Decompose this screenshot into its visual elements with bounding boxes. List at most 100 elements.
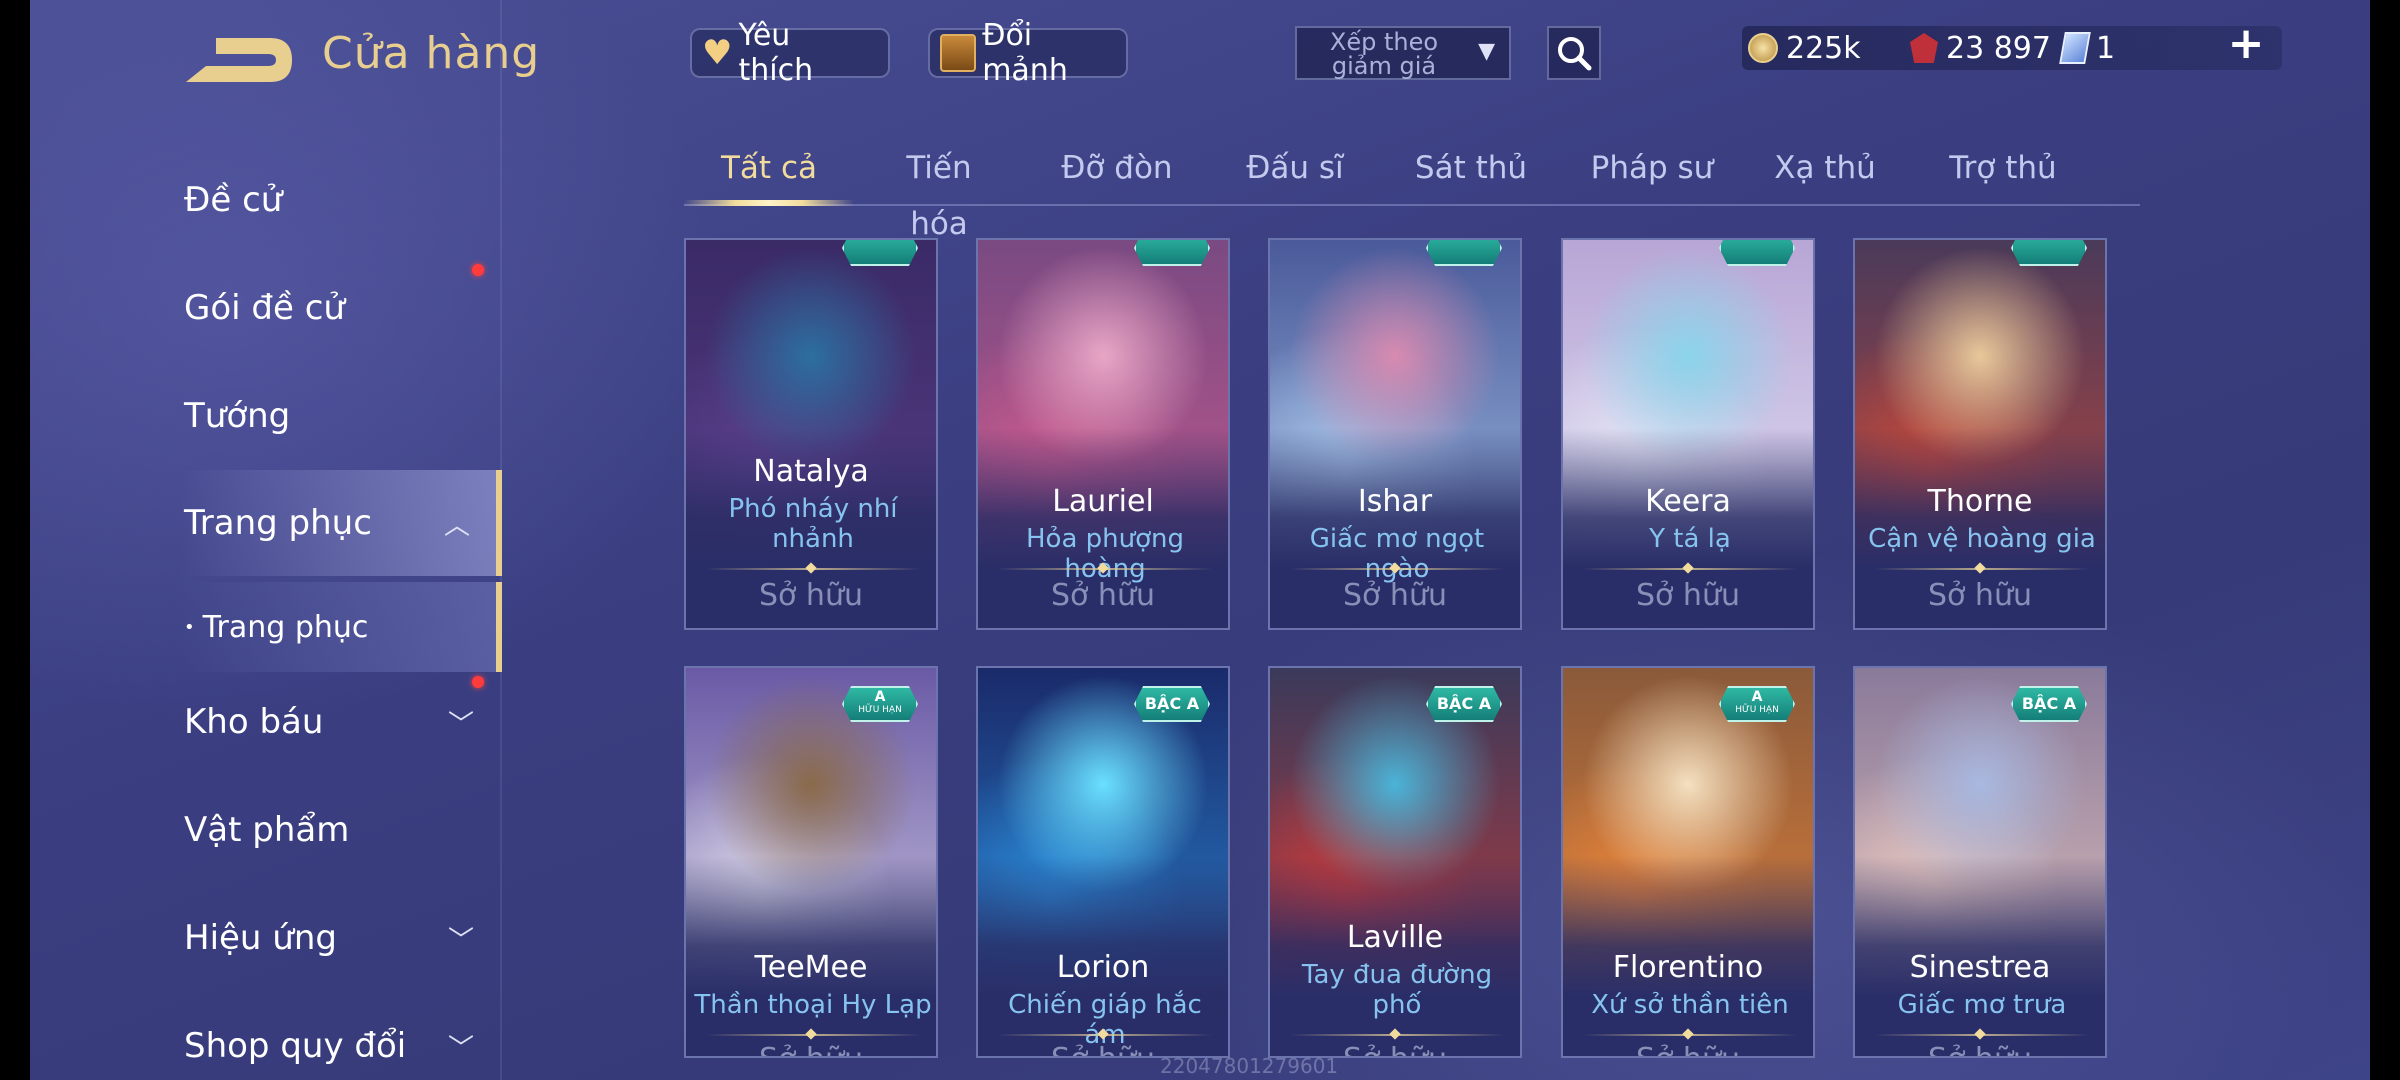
- skin-card[interactable]: Natalya Phó nháy nhí nhảnh Sở hữu: [684, 238, 938, 630]
- chevron-down-icon: ﹀: [447, 1033, 474, 1064]
- skin-card[interactable]: Keera Y tá lạ Sở hữu: [1561, 238, 1815, 630]
- skin-name: Hỏa phượng hoàng: [1025, 524, 1184, 584]
- card-shade: [1270, 856, 1520, 1056]
- tier-sublabel: HỮU HẠN: [1735, 705, 1779, 715]
- skin-card[interactable]: Ishar Giấc mơ ngọt ngào Sở hữu: [1268, 238, 1522, 630]
- tier-badge: BẬC A: [1134, 686, 1210, 722]
- hero-name: Natalya: [753, 454, 869, 489]
- tab-all[interactable]: Tất cả: [684, 140, 854, 206]
- tab-fighter[interactable]: Đấu sĩ: [1230, 140, 1360, 202]
- sidebar-item-recommended-packs[interactable]: Gói đề cử: [30, 258, 500, 358]
- owned-status: Sở hữu: [1636, 578, 1740, 613]
- tab-evolution[interactable]: Tiến hóa: [874, 140, 1004, 242]
- add-currency-button[interactable]: +: [2226, 22, 2266, 66]
- tier-badge: BẬC A: [2011, 686, 2087, 722]
- back-arrow-icon: [186, 38, 292, 82]
- owned-status: Sở hữu: [1928, 578, 2032, 613]
- sidebar-item-recommended[interactable]: Đề cử: [30, 150, 500, 250]
- owned-status: Sở hữu: [1855, 1042, 2105, 1056]
- card-voucher-icon: [2059, 32, 2091, 64]
- owned-status: Sở hữu: [1563, 1042, 1813, 1056]
- sidebar-item-treasure[interactable]: Kho báu ﹀: [30, 672, 500, 772]
- tab-mage[interactable]: Pháp sư: [1582, 140, 1722, 202]
- search-icon: [1558, 37, 1592, 71]
- exchange-shards-label: Đổi mảnh: [982, 18, 1068, 88]
- bullet-icon: •: [184, 616, 195, 638]
- sidebar-item-label: Đề cử: [184, 180, 283, 220]
- sidebar-item-label: Vật phẩm: [184, 810, 350, 850]
- ruby-icon: [1910, 33, 1938, 63]
- sort-dropdown[interactable]: Xếp theo giảm giá ▼: [1295, 26, 1511, 80]
- sidebar-item-effects[interactable]: Hiệu ứng ﹀: [30, 888, 500, 988]
- chevron-up-icon: ︿: [443, 510, 470, 541]
- skin-card[interactable]: BẬC A Lorion Chiến giáp hắc ám Sở hữu: [976, 666, 1230, 1058]
- tab-marksman[interactable]: Xạ thủ: [1760, 140, 1890, 202]
- sidebar-item-label: Hiệu ứng: [184, 918, 337, 958]
- tier-badge: [1719, 240, 1795, 266]
- tab-tank[interactable]: Đỡ đòn: [1052, 140, 1182, 202]
- hero-name: Laville: [1346, 920, 1444, 955]
- hero-name: Keera: [1645, 484, 1731, 519]
- skin-card[interactable]: Thorne Cận vệ hoàng gia Sở hữu: [1853, 238, 2107, 630]
- owned-status: Sở hữu: [759, 578, 863, 613]
- skin-name: Giấc mơ trưa: [1897, 990, 2067, 1020]
- sidebar-item-label: Tướng: [184, 396, 291, 436]
- skin-card[interactable]: BẬC A Laville Tay đua đường phố Sở hữu: [1268, 666, 1522, 1058]
- heart-icon: ♥: [702, 33, 733, 73]
- chevron-down-icon: ﹀: [447, 709, 474, 740]
- gold-balance: 225k: [1748, 26, 1861, 70]
- sidebar-subitem-skins[interactable]: • Trang phục: [180, 582, 502, 672]
- sidebar-item-label: Kho báu: [184, 702, 324, 742]
- skin-card[interactable]: AHỮU HẠN TeeMee Thần thoại Hy Lạp Sở hữu: [684, 666, 938, 1058]
- skin-name: Chiến giáp hắc ám: [1008, 990, 1202, 1050]
- store-screen: Cửa hàng ♥ Yêu thích Đổi mảnh Xếp theo g…: [30, 0, 2370, 1080]
- hero-name: Thorne: [1927, 484, 2033, 519]
- owned-status: Sở hữu: [686, 1042, 936, 1056]
- search-button[interactable]: [1547, 26, 1601, 80]
- sidebar-item-label: Gói đề cử: [184, 288, 345, 328]
- favorites-button[interactable]: ♥ Yêu thích: [690, 18, 890, 88]
- hero-name: Florentino: [1612, 950, 1764, 985]
- chest-icon: [940, 34, 977, 72]
- hero-name: Ishar: [1357, 484, 1433, 519]
- sidebar-item-skins[interactable]: Trang phục ︿: [180, 470, 502, 576]
- tier-letter: A: [874, 689, 886, 705]
- skin-name: Giấc mơ ngọt ngào: [1309, 524, 1485, 584]
- gold-coin-icon: [1748, 33, 1778, 63]
- tier-badge: [842, 240, 918, 266]
- skin-name: Cận vệ hoàng gia: [1868, 524, 2096, 554]
- gold-value: 225k: [1786, 30, 1861, 66]
- hero-name: Sinestrea: [1909, 950, 2051, 985]
- page-title: Cửa hàng: [322, 28, 541, 79]
- skin-name: Tay đua đường phố: [1301, 960, 1493, 1020]
- tab-support[interactable]: Trợ thủ: [1938, 140, 2068, 202]
- skin-card[interactable]: AHỮU HẠN Florentino Xứ sở thần tiên Sở h…: [1561, 666, 1815, 1058]
- exchange-shards-button[interactable]: Đổi mảnh: [928, 18, 1128, 88]
- tab-assassin[interactable]: Sát thủ: [1406, 140, 1536, 202]
- sidebar-item-label: Trang phục: [184, 503, 372, 543]
- sidebar-item-label: Trang phục: [202, 609, 369, 645]
- skin-name: Y tá lạ: [1649, 524, 1731, 554]
- back-button[interactable]: [180, 30, 300, 90]
- tier-badge: BẬC A: [1426, 686, 1502, 722]
- tier-badge-limited: A HỮU HẠN: [1719, 686, 1795, 722]
- favorites-label: Yêu thích: [738, 18, 814, 88]
- sidebar-item-exchange-shop[interactable]: Shop quy đổi ﹀: [30, 996, 500, 1080]
- tier-badge-limited: A HỮU HẠN: [842, 686, 918, 722]
- notification-dot: [472, 264, 484, 276]
- sidebar-item-items[interactable]: Vật phẩm: [30, 780, 500, 880]
- sidebar-item-heroes[interactable]: Tướng: [30, 366, 500, 466]
- ruby-value: 23 897: [1946, 30, 2051, 66]
- voucher-balance: 1: [2059, 26, 2115, 70]
- skin-name: Xứ sở thần tiên: [1591, 990, 1789, 1020]
- sidebar-item-label: Shop quy đổi: [184, 1026, 407, 1066]
- owned-status: Sở hữu: [1051, 578, 1155, 613]
- sort-label: Xếp theo giảm giá: [1329, 28, 1439, 80]
- tier-badge: [1426, 240, 1502, 266]
- skin-name: Thần thoại Hy Lạp: [694, 990, 932, 1020]
- skin-name: Phó nháy nhí nhảnh: [728, 494, 898, 554]
- owned-status: Sở hữu: [1343, 578, 1447, 613]
- skin-card[interactable]: BẬC A Sinestrea Giấc mơ trưa Sở hữu: [1853, 666, 2107, 1058]
- skin-card[interactable]: Lauriel Hỏa phượng hoàng Sở hữu: [976, 238, 1230, 630]
- notification-dot: [472, 676, 484, 688]
